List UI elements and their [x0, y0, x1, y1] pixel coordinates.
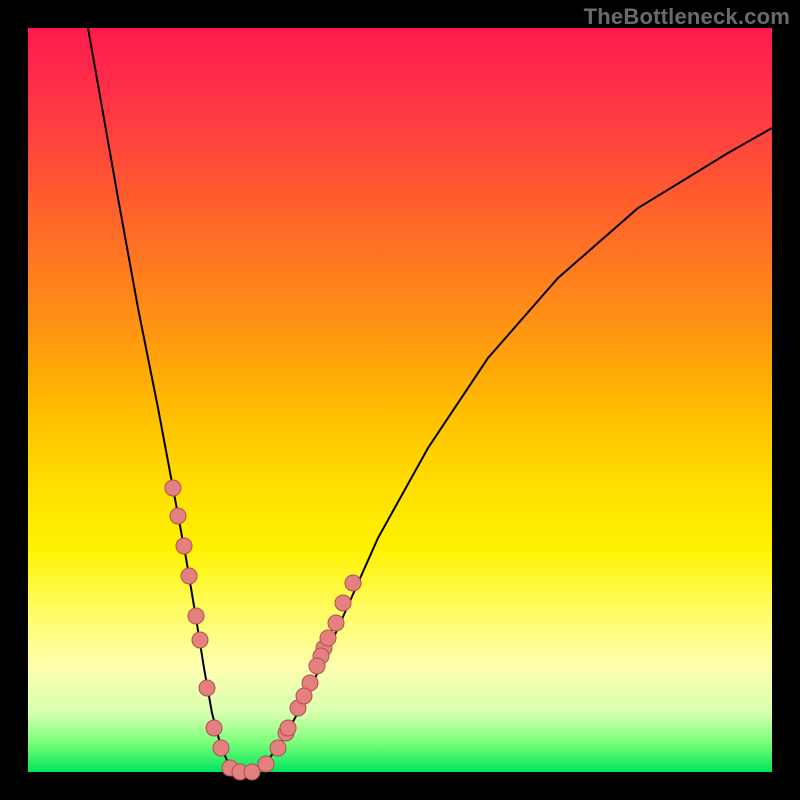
curve-marker-dot	[296, 688, 312, 704]
curve-marker-dot	[244, 764, 260, 780]
curve-marker-dot	[345, 575, 361, 591]
curve-marker-dot	[165, 480, 181, 496]
curve-marker-dot	[192, 632, 208, 648]
curve-marker-dot	[309, 658, 325, 674]
curve-marker-dot	[188, 608, 204, 624]
curve-markers	[165, 480, 361, 780]
curve-marker-dot	[181, 568, 197, 584]
plot-area	[28, 28, 772, 772]
curve-marker-dot	[320, 630, 336, 646]
chart-frame: TheBottleneck.com	[0, 0, 800, 800]
curve-marker-dot	[206, 720, 222, 736]
curve-marker-dot	[199, 680, 215, 696]
curve-marker-dot	[213, 740, 229, 756]
curve-marker-dot	[176, 538, 192, 554]
curve-marker-dot	[280, 720, 296, 736]
curve-marker-dot	[335, 595, 351, 611]
curve-marker-dot	[328, 615, 344, 631]
curve-layer	[28, 28, 772, 772]
curve-marker-dot	[258, 756, 274, 772]
watermark-text: TheBottleneck.com	[584, 4, 790, 30]
bottleneck-curve	[88, 28, 772, 772]
curve-marker-dot	[270, 740, 286, 756]
curve-marker-dot	[170, 508, 186, 524]
